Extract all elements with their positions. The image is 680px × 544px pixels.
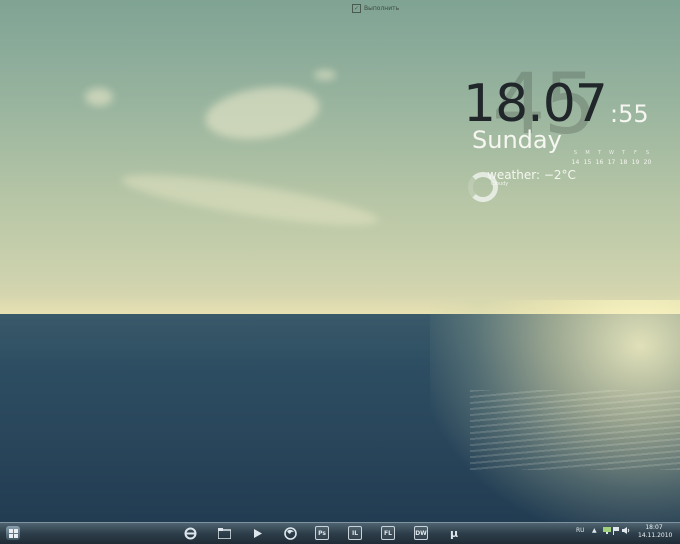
weekday-label: S [645, 150, 650, 156]
weekday-label: T [621, 150, 626, 156]
date-number: 19 [631, 159, 640, 166]
weather-condition: Cloudy [491, 181, 509, 187]
weekday-label: S [573, 150, 578, 156]
firefox-icon[interactable] [283, 526, 297, 540]
cloud [119, 164, 381, 236]
utorrent-label: µ [449, 526, 459, 540]
flash-label: FL [384, 529, 392, 537]
tray-date: 14.11.2010 [638, 532, 673, 539]
weekday-label: M [585, 150, 590, 156]
run-notification[interactable]: ✓ Выполнить [352, 4, 399, 13]
checkbox-icon: ✓ [352, 4, 361, 13]
run-label: Выполнить [364, 5, 400, 12]
cloud [202, 80, 323, 146]
tray-expand-icon[interactable]: ▲ [592, 527, 597, 534]
day-of-week: Sunday [472, 126, 562, 154]
weekday-label: F [634, 150, 637, 156]
language-indicator[interactable]: RU [576, 527, 585, 534]
clock-time: 18.07 [463, 74, 608, 134]
date-number: 18 [619, 159, 628, 166]
date-number: 16 [595, 159, 604, 166]
date-number: 15 [583, 159, 592, 166]
photoshop-label: Ps [318, 529, 326, 537]
date-number: 14 [571, 159, 580, 166]
tray-time: 18:07 [645, 524, 663, 531]
flag-icon[interactable] [613, 527, 619, 537]
water-sparkle [470, 390, 680, 470]
flash-icon[interactable]: FL [381, 526, 395, 540]
date-number: 20 [643, 159, 652, 166]
weekday-label: T [597, 150, 602, 156]
windows-logo-icon [8, 528, 18, 538]
utorrent-icon[interactable]: µ [447, 526, 461, 540]
media-player-icon[interactable] [250, 526, 264, 540]
cloud [85, 88, 113, 106]
start-button[interactable] [6, 526, 20, 540]
cloud [314, 70, 336, 80]
week-calendar: S 14 M 15 T 16 W 17 T 18 F 19 S 20 [571, 150, 652, 166]
internet-explorer-icon[interactable] [183, 526, 197, 540]
dreamweaver-icon[interactable]: DW [414, 526, 428, 540]
explorer-icon[interactable] [217, 526, 231, 540]
tray-clock[interactable]: 18:07 14.11.2010 [638, 524, 673, 540]
network-icon[interactable] [603, 527, 611, 536]
illustrator-label: IL [351, 529, 359, 537]
illustrator-icon[interactable]: IL [348, 526, 362, 540]
weekday-label: W [609, 150, 614, 156]
dreamweaver-label: DW [415, 529, 427, 537]
date-number: 17 [607, 159, 616, 166]
clock-seconds: :55 [610, 100, 649, 128]
volume-icon[interactable] [622, 527, 630, 536]
weather-text: weather: −2°C [487, 168, 576, 182]
photoshop-icon[interactable]: Ps [315, 526, 329, 540]
